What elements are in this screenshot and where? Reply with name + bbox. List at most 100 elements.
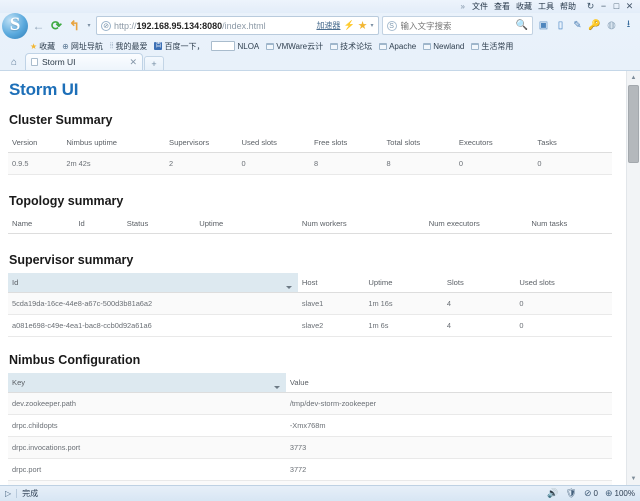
column-header-used-slots[interactable]: Used slots bbox=[238, 133, 310, 153]
column-header-slots[interactable]: Slots bbox=[443, 273, 515, 293]
column-header-free-slots[interactable]: Free slots bbox=[310, 133, 382, 153]
restore-session-icon[interactable]: ↻ bbox=[584, 1, 597, 12]
security-status[interactable]: 🛡 bbox=[566, 488, 577, 499]
play-icon[interactable]: ▷ bbox=[5, 489, 11, 498]
column-header-tasks[interactable]: Tasks bbox=[533, 133, 612, 153]
screenshot-icon[interactable]: ▣ bbox=[536, 17, 551, 34]
scroll-up-icon[interactable]: ▲ bbox=[627, 71, 640, 84]
bookmark-favorites[interactable]: ★收藏 bbox=[30, 41, 55, 52]
zoom-status[interactable]: ⊕100% bbox=[605, 488, 635, 499]
accelerator-link[interactable]: 加速器 bbox=[316, 20, 340, 31]
title-menu-bar: » 文件 查看 收藏 工具 帮助 ↻ − □ ✕ bbox=[0, 0, 640, 13]
scrollbar-thumb[interactable] bbox=[628, 85, 639, 163]
column-header-version[interactable]: Version bbox=[8, 133, 62, 153]
column-header-uptime[interactable]: Uptime bbox=[195, 214, 298, 234]
cell-used-slots: 0 bbox=[515, 315, 612, 337]
cell-supervisors: 2 bbox=[165, 153, 237, 175]
shield-icon: 🛡 bbox=[566, 488, 577, 499]
bookmark-label: 生活常用 bbox=[481, 41, 513, 52]
column-header-id[interactable]: Id bbox=[74, 214, 122, 234]
bookmark-my-favorites[interactable]: ⦙⦙我的最爱 bbox=[110, 41, 148, 52]
column-header-num-workers[interactable]: Num workers bbox=[298, 214, 425, 234]
bookmark-star-icon[interactable]: ★ bbox=[358, 19, 368, 32]
page-viewport: Storm UI Cluster Summary Version Nimbus … bbox=[0, 71, 640, 485]
status-bar-right: 🔊 🛡 ⊘0 ⊕100% bbox=[547, 488, 635, 499]
bookmark-daily-life[interactable]: 生活常用 bbox=[471, 41, 513, 52]
bookmark-dropdown-icon[interactable]: ▾ bbox=[371, 22, 374, 29]
search-input[interactable] bbox=[401, 21, 512, 31]
search-bar[interactable]: S 🔍 bbox=[382, 16, 533, 35]
menu-tools[interactable]: 工具 bbox=[538, 1, 554, 12]
table-row: drpc.invocations.port 3773 bbox=[8, 437, 612, 459]
minimize-button[interactable]: − bbox=[597, 1, 610, 11]
table-row: a081e698-c49e-4ea1-bac8-ccb0d92a61a6 sla… bbox=[8, 315, 612, 337]
home-icon[interactable]: ⌂ bbox=[4, 54, 24, 70]
download-icon[interactable]: ⭳ bbox=[621, 17, 636, 34]
storm-ui-page: Storm UI Cluster Summary Version Nimbus … bbox=[0, 71, 626, 485]
maximize-button[interactable]: □ bbox=[610, 1, 623, 11]
sort-descending-icon bbox=[286, 286, 292, 289]
lightning-icon[interactable]: ⚡ bbox=[343, 20, 354, 31]
url-host: 192.168.95.134:8080 bbox=[137, 21, 223, 31]
history-icon[interactable]: ↰ bbox=[67, 17, 82, 35]
close-button[interactable]: ✕ bbox=[623, 1, 636, 12]
status-bar: ▷ 完成 🔊 🛡 ⊘0 ⊕100% bbox=[0, 485, 640, 501]
bookmark-apache[interactable]: Apache bbox=[379, 42, 416, 51]
column-header-used-slots[interactable]: Used slots bbox=[515, 273, 612, 293]
column-header-host[interactable]: Host bbox=[298, 273, 364, 293]
bookmarks-bar: ★收藏 ⊕网址导航 ⦙⦙我的最爱 百百度一下， NLOA VMWare云计 技术… bbox=[0, 39, 640, 54]
column-header-num-tasks[interactable]: Num tasks bbox=[527, 214, 612, 234]
menu-view[interactable]: 查看 bbox=[494, 1, 510, 12]
bookmark-baidu[interactable]: 百百度一下， bbox=[154, 41, 204, 52]
column-header-supervisors[interactable]: Supervisors bbox=[165, 133, 237, 153]
column-header-id[interactable]: Id bbox=[8, 273, 298, 293]
key-icon[interactable]: 🔑 bbox=[587, 17, 602, 34]
column-header-uptime[interactable]: Uptime bbox=[364, 273, 443, 293]
page-icon bbox=[211, 41, 235, 51]
cell-version: 0.9.5 bbox=[8, 153, 62, 175]
section-spacer bbox=[8, 175, 612, 194]
column-header-key[interactable]: Key bbox=[8, 373, 286, 393]
bookmark-nloa[interactable]: NLOA bbox=[211, 41, 259, 51]
column-header-value[interactable]: Value bbox=[286, 373, 612, 393]
zoom-icon: ⊕ bbox=[605, 488, 613, 499]
bookmark-newland[interactable]: Newland bbox=[423, 42, 464, 51]
cell-config-value: -Xmx768m bbox=[286, 415, 612, 437]
column-header-nimbus-uptime[interactable]: Nimbus uptime bbox=[62, 133, 165, 153]
bookmark-label: Newland bbox=[433, 42, 464, 51]
globe-icon[interactable]: ◍ bbox=[604, 17, 619, 34]
column-header-num-executors[interactable]: Num executors bbox=[425, 214, 528, 234]
back-button[interactable]: ← bbox=[31, 17, 46, 35]
highlighter-icon[interactable]: ✎ bbox=[570, 17, 585, 34]
new-tab-button[interactable]: + bbox=[144, 56, 164, 70]
menu-overflow-icon[interactable]: » bbox=[461, 2, 465, 11]
vertical-scrollbar[interactable]: ▲ ▼ bbox=[626, 71, 640, 485]
bookmark-tech-forum[interactable]: 技术论坛 bbox=[330, 41, 372, 52]
column-header-name[interactable]: Name bbox=[8, 214, 74, 234]
search-engine-icon[interactable]: S bbox=[387, 21, 397, 31]
sound-status[interactable]: 🔊 bbox=[547, 488, 558, 499]
menu-favorites[interactable]: 收藏 bbox=[516, 1, 532, 12]
tab-close-icon[interactable]: ✕ bbox=[129, 57, 137, 68]
folder-icon bbox=[423, 43, 431, 50]
page-title: Storm UI bbox=[9, 80, 612, 100]
bookmark-site-nav[interactable]: ⊕网址导航 bbox=[62, 41, 103, 52]
column-header-executors[interactable]: Executors bbox=[455, 133, 534, 153]
mobile-view-icon[interactable]: ▯ bbox=[553, 17, 568, 34]
scroll-down-icon[interactable]: ▼ bbox=[627, 472, 640, 485]
address-bar[interactable]: ⊘ http://192.168.95.134:8080/index.html … bbox=[96, 16, 379, 35]
tab-title: Storm UI bbox=[42, 57, 125, 67]
site-security-icon: ⊘ bbox=[101, 21, 111, 31]
search-icon[interactable]: 🔍 bbox=[516, 20, 528, 31]
reload-icon[interactable]: ⟳ bbox=[49, 17, 64, 35]
blocked-popups-status[interactable]: ⊘0 bbox=[584, 488, 598, 499]
tab-storm-ui[interactable]: Storm UI ✕ bbox=[25, 53, 143, 70]
bookmark-vmware[interactable]: VMWare云计 bbox=[266, 41, 323, 52]
column-header-status[interactable]: Status bbox=[123, 214, 195, 234]
menu-help[interactable]: 帮助 bbox=[560, 1, 576, 12]
history-dropdown-icon[interactable]: ▾ bbox=[85, 17, 93, 35]
menu-file[interactable]: 文件 bbox=[472, 1, 488, 12]
column-header-total-slots[interactable]: Total slots bbox=[382, 133, 454, 153]
cell-host: slave2 bbox=[298, 315, 364, 337]
status-divider bbox=[16, 489, 17, 498]
